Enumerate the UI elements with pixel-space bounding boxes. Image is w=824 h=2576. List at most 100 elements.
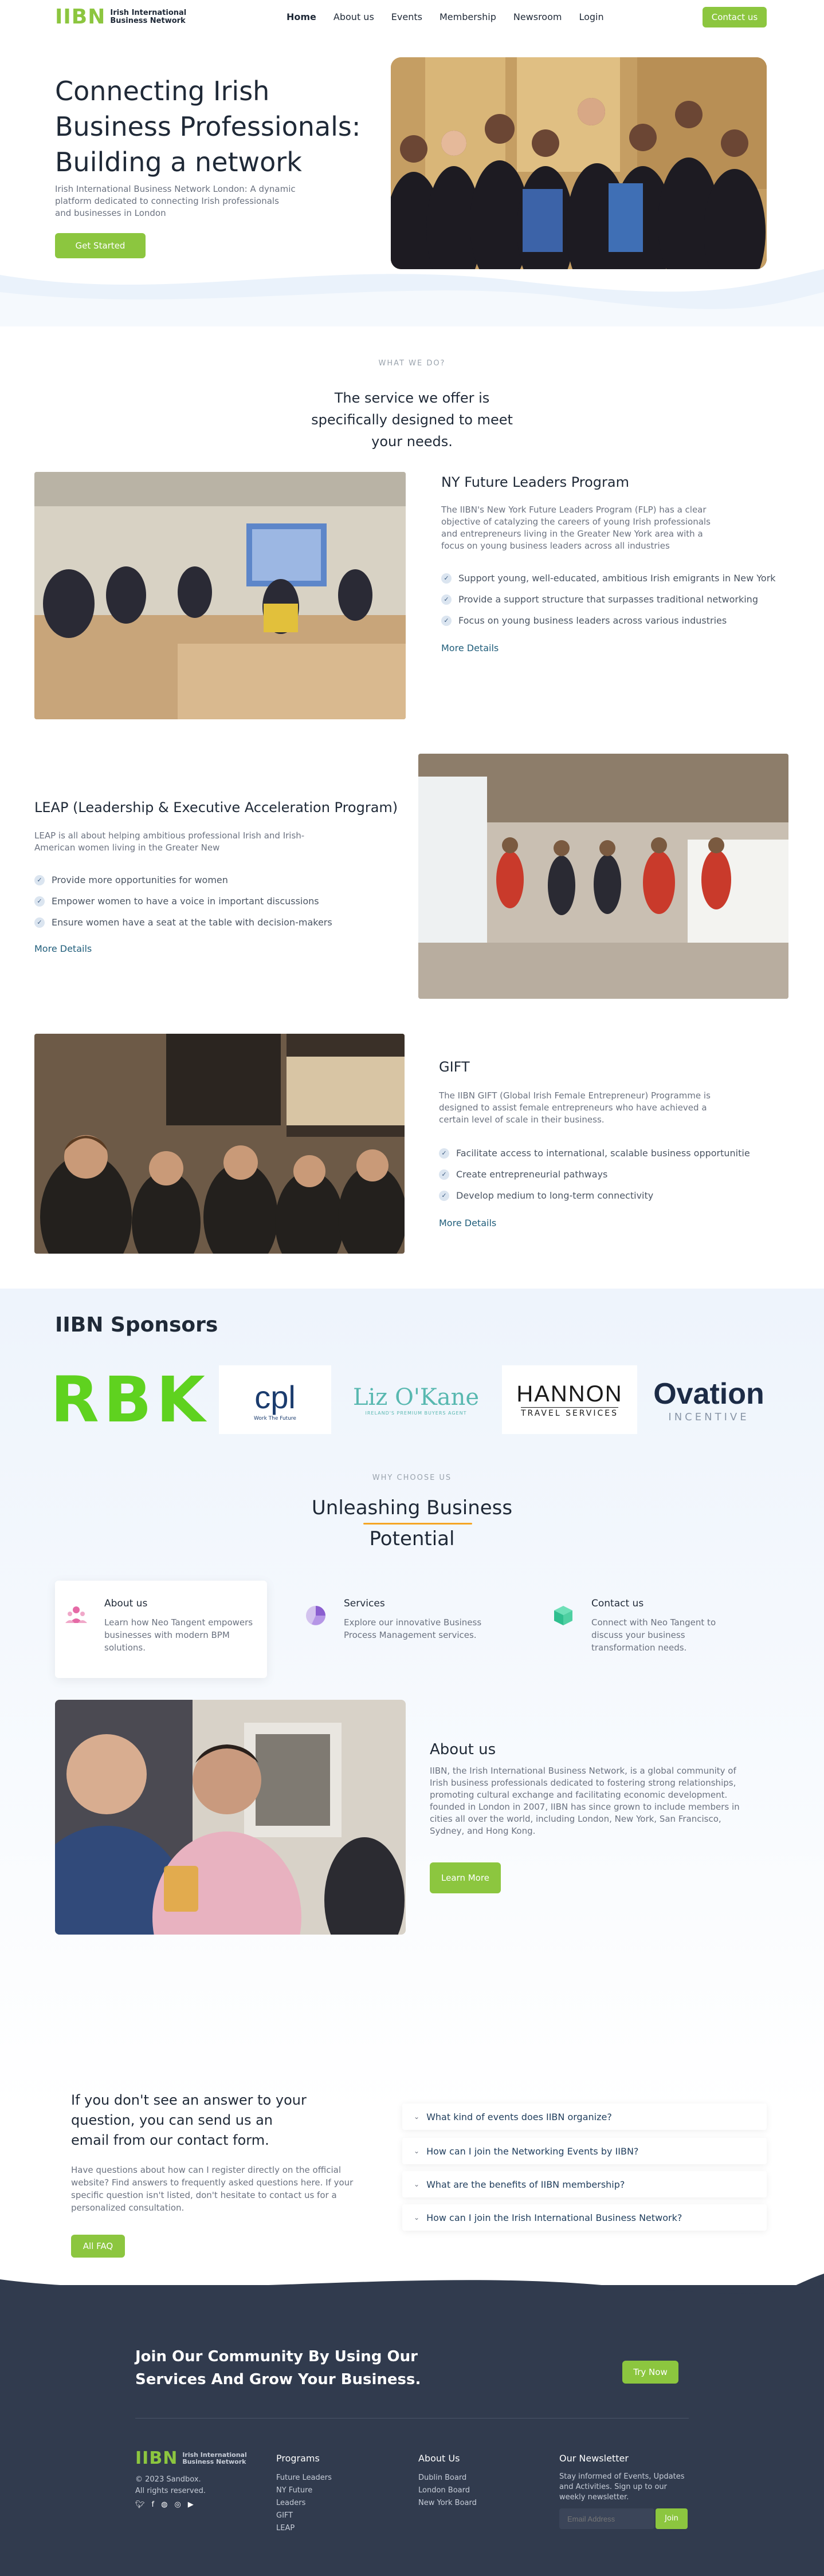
list-item: ✓ Provide more opportunities for women	[34, 869, 332, 891]
logo-mark: IIBN	[135, 2448, 178, 2468]
site-header: IIBN Irish International Business Networ…	[0, 0, 824, 36]
try-now-button[interactable]: Try Now	[622, 2361, 678, 2384]
program-desc-future-leaders: The IIBN's New York Future Leaders Progr…	[441, 505, 711, 551]
site-footer	[0, 2285, 824, 2576]
feature-title: Services	[344, 1598, 385, 1609]
feature-card-services[interactable]: Services Explore our innovative Business…	[295, 1581, 507, 1678]
people-icon	[65, 1606, 87, 1623]
nav-events[interactable]: Events	[391, 11, 422, 22]
services-title: The service we offer is specifically des…	[311, 390, 513, 450]
instagram-icon[interactable]: ◎	[174, 2500, 181, 2509]
list-item: ✓ Ensure women have a seat at the table w…	[34, 912, 332, 933]
about-photo	[55, 1700, 406, 1935]
contact-button[interactable]: Contact us	[703, 7, 767, 27]
nav-about[interactable]: About us	[333, 11, 374, 22]
faq-item[interactable]: ⌄ What are the benefits of IIBN membershi…	[402, 2171, 767, 2197]
hero-title: Connecting Irish Business Professionals:…	[55, 76, 361, 178]
check-icon: ✓	[34, 917, 45, 928]
copyright: © 2023 Sandbox. All rights reserved.	[135, 2475, 206, 2495]
program-title-future-leaders: NY Future Leaders Program	[441, 474, 629, 490]
program-desc-gift: The IIBN GIFT (Global Irish Female Entre…	[439, 1090, 711, 1125]
footer-link[interactable]: LEAP	[276, 2522, 332, 2535]
logo-text-line-2: Business Network	[110, 17, 186, 25]
check-icon: ✓	[439, 1190, 449, 1201]
sponsor-logo-hannon[interactable]: HANNON TRAVEL SERVICES	[502, 1365, 637, 1434]
faq-item[interactable]: ⌄ How can I join the Irish International …	[402, 2204, 767, 2231]
youtube-icon[interactable]: ▶	[188, 2500, 194, 2509]
chevron-down-icon: ⌄	[414, 2113, 420, 2121]
leap-panel-photo	[418, 754, 788, 999]
faq-item[interactable]: ⌄ How can I join the Networking Events by…	[402, 2138, 767, 2164]
footer-programs-column: Programs Future Leaders NY Future Leader…	[276, 2453, 332, 2535]
footer-link[interactable]: GIFT	[276, 2510, 332, 2522]
sponsor-logo-cpl[interactable]: cpl Work The Future	[219, 1365, 331, 1434]
list-item: ✓ Provide a support structure that surpas…	[441, 589, 776, 610]
chevron-down-icon: ⌄	[414, 2180, 420, 2188]
sponsor-logo-liz-okane[interactable]: Liz O'Kane IRELAND'S PREMIUM BUYERS AGEN…	[346, 1365, 486, 1434]
sponsors-title: IIBN Sponsors	[55, 1313, 218, 1337]
facebook-icon[interactable]: f	[152, 2500, 155, 2509]
feature-text: Explore our innovative Business Process …	[344, 1617, 482, 1640]
footer-link[interactable]: London Board	[418, 2484, 477, 2497]
newsletter-text: Stay informed of Events, Updates and Act…	[559, 2472, 685, 2502]
logo[interactable]: IIBN Irish International Business Networ…	[55, 7, 186, 27]
footer-about-column: About Us Dublin Board London Board New Y…	[418, 2453, 477, 2510]
nav-login[interactable]: Login	[579, 11, 603, 22]
newsletter-email-input[interactable]	[559, 2508, 654, 2529]
faq-heading: If you don't see an answer to your quest…	[71, 2092, 307, 2148]
more-details-link-leap[interactable]: More Details	[34, 943, 92, 954]
sponsor-logo-ovation[interactable]: Ovation INCENTIVE	[649, 1365, 769, 1434]
check-icon: ✓	[441, 615, 452, 626]
footer-link[interactable]: NY Future	[276, 2484, 332, 2497]
footer-link[interactable]: Future Leaders	[276, 2472, 332, 2484]
footer-link[interactable]: Dublin Board	[418, 2472, 477, 2484]
dribbble-icon[interactable]: ◍	[161, 2500, 167, 2509]
faq-text: Have questions about how can I register …	[71, 2165, 354, 2213]
check-icon: ✓	[439, 1148, 449, 1159]
social-links: 🐦︎ f ◍ ◎ ▶	[135, 2500, 194, 2509]
check-icon: ✓	[34, 896, 45, 907]
footer-cta-heading: Join Our Community By Using Our Services…	[135, 2348, 421, 2388]
footer-column-title: Our Newsletter	[559, 2453, 629, 2464]
services-eyebrow: WHAT WE DO?	[378, 359, 446, 368]
program-desc-leap: LEAP is all about helping ambitious prof…	[34, 830, 305, 853]
footer-link[interactable]: Leaders	[276, 2497, 332, 2510]
footer-divider	[135, 2418, 689, 2419]
check-icon: ✓	[441, 573, 452, 584]
feature-card-contact[interactable]: Contact us Connect with Neo Tangent to d…	[542, 1581, 754, 1678]
hero-subtitle: Irish International Business Network Lon…	[55, 184, 296, 218]
twitter-icon[interactable]: 🐦︎	[135, 2500, 145, 2509]
footer-logo[interactable]: IIBN Irish International Business Networ…	[135, 2450, 247, 2467]
logo-text-line-1: Irish International	[110, 9, 187, 17]
list-item: ✓ Focus on young business leaders across …	[441, 610, 776, 631]
chevron-down-icon: ⌄	[414, 2213, 420, 2221]
nav-membership[interactable]: Membership	[440, 11, 496, 22]
feature-text: Connect with Neo Tangent to discuss your…	[591, 1617, 716, 1653]
hero-wave-divider	[0, 269, 824, 326]
list-item: ✓ Create entrepreneurial pathways	[439, 1164, 750, 1185]
about-title: About us	[430, 1741, 496, 1758]
why-eyebrow: WHY CHOOSE US	[372, 1474, 452, 1482]
list-item: ✓ Support young, well-educated, ambitious…	[441, 568, 776, 589]
sponsor-logo-rbk[interactable]: RBK	[50, 1363, 205, 1436]
faq-item[interactable]: ⌄ What kind of events does IIBN organize?	[402, 2104, 767, 2130]
newsletter-join-button[interactable]: Join	[656, 2508, 688, 2529]
program-title-gift: GIFT	[439, 1059, 470, 1075]
more-details-link-gift[interactable]: More Details	[439, 1218, 496, 1228]
gift-checklist: ✓ Facilitate access to international, sca…	[439, 1143, 750, 1206]
nav-home[interactable]: Home	[287, 11, 316, 22]
leap-checklist: ✓ Provide more opportunities for women ✓ E…	[34, 869, 332, 933]
more-details-link-future-leaders[interactable]: More Details	[441, 643, 499, 653]
future-leaders-checklist: ✓ Support young, well-educated, ambitious…	[441, 568, 776, 631]
pie-chart-icon	[306, 1606, 325, 1625]
feature-card-about[interactable]: About us Learn how Neo Tangent empowers …	[55, 1581, 267, 1678]
nav-newsroom[interactable]: Newsroom	[513, 11, 562, 22]
check-icon: ✓	[441, 594, 452, 605]
footer-link[interactable]: New York Board	[418, 2497, 477, 2510]
check-icon: ✓	[439, 1169, 449, 1180]
footer-newsletter-column: Our Newsletter Stay informed of Events, …	[559, 2453, 691, 2503]
learn-more-button[interactable]: Learn More	[430, 1862, 501, 1893]
list-item: ✓ Develop medium to long-term connectivit…	[439, 1185, 750, 1206]
all-faq-button[interactable]: All FAQ	[71, 2235, 125, 2258]
logo-mark: IIBN	[55, 5, 106, 29]
